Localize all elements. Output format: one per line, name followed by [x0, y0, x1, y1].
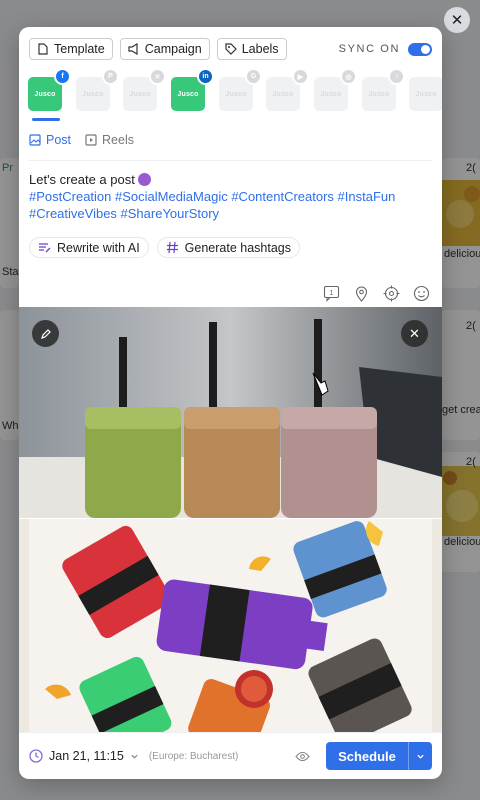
megaphone-icon	[128, 43, 138, 55]
facebook-icon: f	[54, 68, 71, 85]
google-icon: G	[245, 68, 262, 85]
svg-text:1: 1	[329, 290, 333, 297]
youtube-icon: ▶	[292, 68, 309, 85]
target-button[interactable]	[382, 284, 400, 302]
account-linkedin[interactable]: Jusco in	[171, 68, 214, 111]
close-modal-button[interactable]: ✕	[444, 7, 470, 33]
account-facebook[interactable]: Jusco f	[28, 68, 71, 111]
account-x[interactable]: Jusco ✕	[123, 68, 166, 111]
labels-label: Labels	[241, 42, 279, 56]
generate-hashtags-label: Generate hashtags	[184, 240, 291, 255]
generate-hashtags-button[interactable]: Generate hashtags	[156, 237, 300, 258]
labels-button[interactable]: Labels	[216, 38, 287, 60]
schedule-date: Jan 21, 11:15	[49, 749, 124, 763]
close-icon: ✕	[450, 12, 464, 29]
timezone-label: (Europe: Bucharest)	[148, 750, 239, 762]
tab-post-label: Post	[46, 133, 72, 147]
account-logo: Jusco	[34, 90, 56, 98]
document-icon	[38, 43, 48, 55]
location-button[interactable]	[352, 284, 370, 302]
pencil-icon	[40, 328, 51, 339]
party-emoji-icon	[138, 173, 152, 186]
sync-toggle[interactable]	[408, 42, 432, 56]
reels-icon	[85, 134, 97, 146]
chevron-down-icon	[131, 754, 138, 759]
modal-toolbar: Template Campaign Labels SYNC ON	[29, 37, 432, 61]
post-text-line: Let's create a post	[29, 171, 429, 188]
media-gallery: ✕	[19, 307, 442, 732]
eye-icon	[295, 751, 310, 761]
close-icon: ✕	[409, 325, 420, 341]
account-selector: Jusco f Jusco P Jusco ✕ Jusco in Jusco G…	[28, 68, 442, 117]
account-logo: Jusco	[82, 90, 104, 98]
account-logo: Jusco	[272, 90, 294, 98]
tag-icon	[225, 43, 237, 55]
image-icon	[29, 134, 41, 146]
composer-icons: 1	[322, 284, 430, 302]
rewrite-with-ai-button[interactable]: Rewrite with AI	[29, 237, 149, 258]
account-tiktok[interactable]: Jusco ♪	[362, 68, 405, 111]
account-logo: Jusco	[225, 90, 247, 98]
tab-post[interactable]: Post	[29, 133, 71, 147]
account-youtube[interactable]: Jusco ▶	[266, 68, 309, 111]
schedule-options-button[interactable]	[408, 742, 432, 770]
clock-icon	[29, 749, 43, 763]
pinterest-icon: P	[102, 68, 119, 85]
modal-footer: Jan 21, 11:15 (Europe: Bucharest) Schedu…	[19, 732, 442, 779]
rewrite-label: Rewrite with AI	[57, 240, 140, 255]
account-other[interactable]: Jusco	[409, 77, 442, 111]
tab-reels-label: Reels	[102, 133, 134, 147]
template-label: Template	[54, 42, 105, 56]
tiktok-icon: ♪	[388, 68, 405, 85]
schedule-date-picker[interactable]: Jan 21, 11:15	[29, 749, 139, 763]
smiley-icon	[413, 285, 429, 301]
tab-reels[interactable]: Reels	[85, 133, 134, 147]
account-google[interactable]: Jusco G	[219, 68, 262, 111]
remove-media-button[interactable]: ✕	[401, 320, 428, 347]
target-icon	[383, 285, 399, 301]
sync-control: SYNC ON	[338, 42, 432, 56]
selected-account-indicator	[32, 118, 60, 121]
account-logo: Jusco	[368, 90, 390, 98]
post-type-tabs: Post Reels	[29, 133, 134, 147]
account-pinterest[interactable]: Jusco P	[76, 68, 119, 111]
linkedin-icon: in	[197, 68, 214, 85]
account-logo: Jusco	[415, 90, 437, 98]
juice-bottles-photo[interactable]	[19, 519, 442, 732]
campaign-button[interactable]: Campaign	[119, 38, 210, 60]
sync-label: SYNC ON	[338, 43, 400, 55]
preview-button[interactable]	[295, 751, 310, 762]
chevron-down-icon	[417, 754, 424, 759]
post-hashtags: #PostCreation #SocialMediaMagic #Content…	[29, 189, 396, 221]
account-logo: Jusco	[129, 90, 151, 98]
smoothie-photo[interactable]	[19, 307, 442, 518]
ai-actions: Rewrite with AI Generate hashtags	[29, 237, 300, 258]
edit-media-button[interactable]	[32, 320, 59, 347]
comment-button[interactable]: 1	[322, 284, 340, 302]
post-text: Let's create a post	[29, 172, 135, 187]
x-icon: ✕	[149, 68, 166, 85]
schedule-button[interactable]: Schedule	[326, 742, 432, 770]
account-logo: Jusco	[177, 90, 199, 98]
create-post-modal: Template Campaign Labels SYNC ON Jusco f…	[19, 27, 442, 779]
account-logo: Jusco	[320, 90, 342, 98]
rewrite-icon	[39, 243, 51, 253]
post-text-editor[interactable]: Let's create a post #PostCreation #Socia…	[29, 171, 429, 222]
campaign-label: Campaign	[144, 42, 202, 56]
instagram-icon: ◎	[340, 68, 357, 85]
schedule-label: Schedule	[338, 748, 396, 764]
template-button[interactable]: Template	[29, 38, 113, 60]
location-pin-icon	[355, 286, 367, 302]
comment-icon: 1	[323, 285, 339, 302]
tabs-divider	[29, 160, 432, 161]
hashtag-icon	[166, 241, 178, 254]
emoji-button[interactable]	[412, 284, 430, 302]
account-instagram[interactable]: Jusco ◎	[314, 68, 357, 111]
